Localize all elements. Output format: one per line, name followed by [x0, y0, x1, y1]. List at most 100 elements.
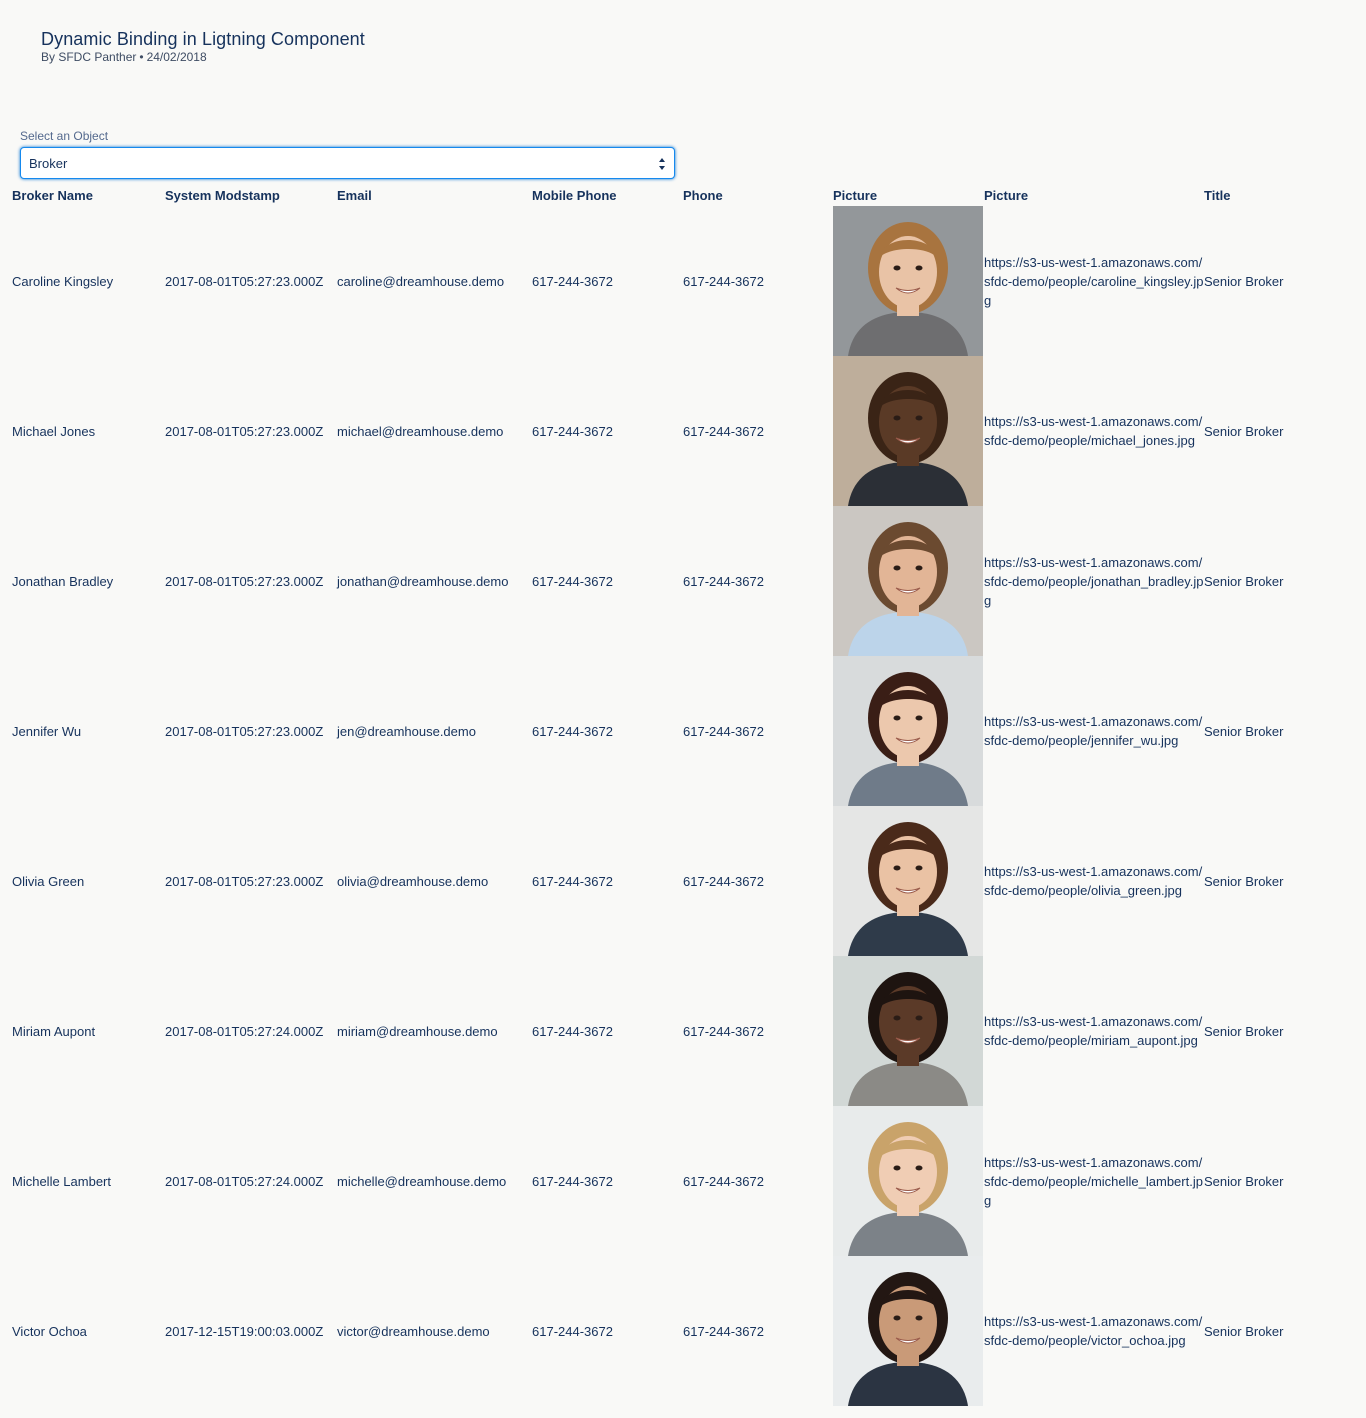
picture-cell — [833, 506, 984, 656]
mobile-phone-cell: 617-244-3672 — [532, 723, 613, 739]
mobile-phone-cell: 617-244-3672 — [532, 1173, 613, 1189]
email-cell: olivia@dreamhouse.demo — [337, 873, 489, 889]
picture-url-cell: https://s3-us-west-1.amazonaws.com/sfdc-… — [984, 1154, 1203, 1208]
mobile-phone-cell: 617-244-3672 — [532, 1323, 613, 1339]
table-row: Jonathan Bradley 2017-08-01T05:27:23.000Z… — [0, 506, 1366, 656]
column-header[interactable]: Email — [337, 184, 532, 206]
system-modstamp-cell: 2017-08-01T05:27:24.000Z — [165, 1023, 324, 1039]
phone-cell: 617-244-3672 — [683, 423, 764, 439]
column-header[interactable]: Title — [1204, 184, 1366, 206]
picture-cell — [833, 1256, 984, 1406]
broker-name-cell: Victor Ochoa — [12, 1323, 87, 1339]
broker-name-cell: Olivia Green — [12, 873, 85, 889]
records-table: Broker Name System Modstamp Email Mobile… — [0, 184, 1366, 1406]
picture-cell — [833, 956, 984, 1106]
broker-name-cell: Caroline Kingsley — [12, 273, 114, 289]
system-modstamp-cell: 2017-08-01T05:27:23.000Z — [165, 423, 324, 439]
phone-cell: 617-244-3672 — [683, 873, 764, 889]
picture-cell — [833, 1106, 984, 1256]
table-row: Caroline Kingsley 2017-08-01T05:27:23.000… — [0, 206, 1366, 356]
broker-name-cell: Michelle Lambert — [12, 1173, 111, 1189]
author: By SFDC Panther — [41, 50, 137, 64]
picture-cell — [833, 656, 984, 806]
broker-name-cell: Miriam Aupont — [12, 1023, 96, 1039]
picture-url-cell: https://s3-us-west-1.amazonaws.com/sfdc-… — [984, 554, 1204, 608]
title-cell: Senior Broker — [1204, 873, 1284, 889]
system-modstamp-cell: 2017-08-01T05:27:23.000Z — [165, 573, 324, 589]
phone-cell: 617-244-3672 — [683, 1023, 764, 1039]
broker-photo — [833, 806, 983, 956]
broker-photo — [833, 656, 983, 806]
mobile-phone-cell: 617-244-3672 — [532, 423, 613, 439]
picture-url-cell: https://s3-us-west-1.amazonaws.com/sfdc-… — [984, 714, 1203, 748]
title-cell: Senior Broker — [1204, 573, 1284, 589]
table-header-row: Broker Name System Modstamp Email Mobile… — [0, 184, 1366, 206]
picture-cell — [833, 206, 984, 356]
phone-cell: 617-244-3672 — [683, 1323, 764, 1339]
page-title: Dynamic Binding in Ligtning Component — [41, 29, 365, 49]
picture-url-cell: https://s3-us-west-1.amazonaws.com/sfdc-… — [984, 1314, 1203, 1348]
object-select-group: Select an Object Broker — [20, 128, 675, 179]
byline-separator: • — [139, 50, 144, 64]
broker-name-cell: Jonathan Bradley — [12, 573, 114, 589]
title-cell: Senior Broker — [1204, 1023, 1284, 1039]
byline: By SFDC Panther • 24/02/2018 — [41, 50, 365, 64]
title-cell: Senior Broker — [1204, 1173, 1284, 1189]
title-cell: Senior Broker — [1204, 423, 1284, 439]
phone-cell: 617-244-3672 — [683, 573, 764, 589]
table-row: Jennifer Wu 2017-08-01T05:27:23.000Z jen@d… — [0, 656, 1366, 806]
table-row: Victor Ochoa 2017-12-15T19:00:03.000Z vict… — [0, 1256, 1366, 1406]
phone-cell: 617-244-3672 — [683, 273, 764, 289]
mobile-phone-cell: 617-244-3672 — [532, 1023, 613, 1039]
email-cell: jonathan@dreamhouse.demo — [337, 573, 509, 589]
column-header[interactable]: Phone — [683, 184, 833, 206]
table-row: Michael Jones 2017-08-01T05:27:23.000Z mic… — [0, 356, 1366, 506]
column-header[interactable]: Mobile Phone — [532, 184, 683, 206]
email-cell: miriam@dreamhouse.demo — [337, 1023, 498, 1039]
object-select-value: Broker — [29, 155, 68, 171]
column-header[interactable]: Picture — [833, 184, 984, 206]
system-modstamp-cell: 2017-08-01T05:27:24.000Z — [165, 1173, 324, 1189]
email-cell: caroline@dreamhouse.demo — [337, 273, 505, 289]
title-cell: Senior Broker — [1204, 723, 1284, 739]
table-row: Olivia Green 2017-08-01T05:27:23.000Z oliv… — [0, 806, 1366, 956]
mobile-phone-cell: 617-244-3672 — [532, 573, 613, 589]
system-modstamp-cell: 2017-08-01T05:27:23.000Z — [165, 273, 324, 289]
column-header[interactable]: System Modstamp — [165, 184, 337, 206]
broker-photo — [833, 956, 983, 1106]
object-select[interactable]: Broker — [20, 147, 675, 179]
broker-name-cell: Michael Jones — [12, 423, 96, 439]
page-header: Dynamic Binding in Ligtning Component By… — [41, 28, 365, 64]
broker-photo — [833, 1106, 983, 1256]
email-cell: michelle@dreamhouse.demo — [337, 1173, 507, 1189]
picture-url-cell: https://s3-us-west-1.amazonaws.com/sfdc-… — [984, 414, 1203, 448]
email-cell: victor@dreamhouse.demo — [337, 1323, 490, 1339]
post-date: 24/02/2018 — [146, 50, 207, 64]
email-cell: michael@dreamhouse.demo — [337, 423, 504, 439]
title-cell: Senior Broker — [1204, 1323, 1284, 1339]
broker-photo — [833, 506, 983, 656]
broker-photo — [833, 356, 983, 506]
picture-url-cell: https://s3-us-west-1.amazonaws.com/sfdc-… — [984, 864, 1203, 898]
picture-cell — [833, 806, 984, 956]
mobile-phone-cell: 617-244-3672 — [532, 273, 613, 289]
mobile-phone-cell: 617-244-3672 — [532, 873, 613, 889]
picture-url-cell: https://s3-us-west-1.amazonaws.com/sfdc-… — [984, 254, 1204, 308]
picture-url-cell: https://s3-us-west-1.amazonaws.com/sfdc-… — [984, 1014, 1203, 1048]
picture-cell — [833, 356, 984, 506]
select-arrows-icon — [658, 154, 666, 174]
phone-cell: 617-244-3672 — [683, 1173, 764, 1189]
system-modstamp-cell: 2017-12-15T19:00:03.000Z — [165, 1323, 324, 1339]
table-row: Michelle Lambert 2017-08-01T05:27:24.000Z… — [0, 1106, 1366, 1256]
email-cell: jen@dreamhouse.demo — [337, 723, 476, 739]
column-header[interactable]: Picture — [984, 184, 1204, 206]
object-select-label: Select an Object — [20, 129, 109, 143]
table-row: Miriam Aupont 2017-08-01T05:27:24.000Z mir… — [0, 956, 1366, 1106]
system-modstamp-cell: 2017-08-01T05:27:23.000Z — [165, 723, 324, 739]
broker-photo — [833, 1256, 983, 1406]
column-header[interactable]: Broker Name — [0, 184, 165, 206]
broker-photo — [833, 206, 983, 356]
title-cell: Senior Broker — [1204, 273, 1284, 289]
system-modstamp-cell: 2017-08-01T05:27:23.000Z — [165, 873, 324, 889]
broker-name-cell: Jennifer Wu — [12, 723, 82, 739]
